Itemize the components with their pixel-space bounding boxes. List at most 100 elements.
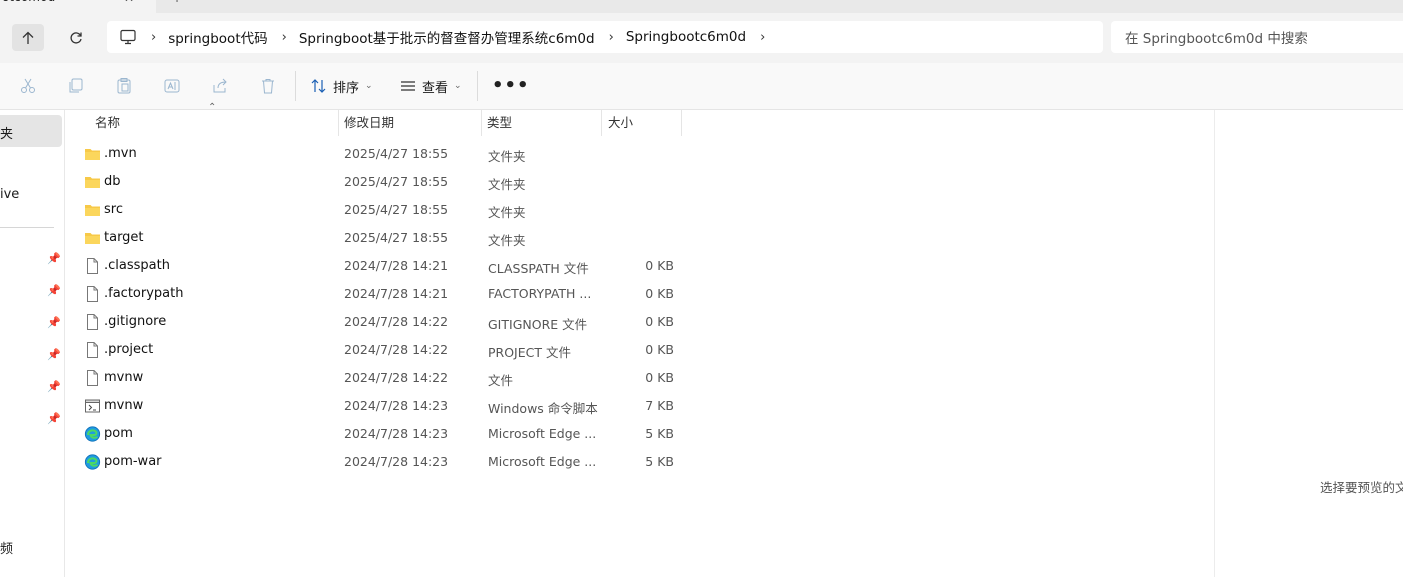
tab-strip: otc6m0d ✕ + [0,0,1403,13]
file-row[interactable]: src 2025/4/27 18:55 文件夹 [78,196,688,224]
command-divider [477,71,478,101]
file-row[interactable]: .factorypath 2024/7/28 14:21 FACTORYPATH .… [78,280,688,308]
view-label: 查看 [422,80,449,96]
sort-icon [311,79,326,93]
column-divider[interactable] [338,110,339,136]
chevron-right-icon[interactable]: › [282,30,287,45]
file-icon [84,258,101,274]
tab-title: otc6m0d [2,0,55,4]
folder-icon [84,202,101,218]
address-bar[interactable]: › springboot代码 › Springboot基于批示的督查督办管理系统… [107,21,1103,53]
file-name[interactable]: .factorypath [104,286,183,301]
pin-icon: 📌 [47,412,61,425]
file-row[interactable]: mvnw 2024/7/28 14:22 文件 0 KB [78,364,688,392]
file-type: Windows 命令脚本 [488,401,598,416]
sort-ascending-icon: ⌃ [208,102,217,113]
file-name[interactable]: mvnw [104,370,143,385]
paste-icon[interactable] [114,76,134,96]
file-name[interactable]: .mvn [104,146,137,161]
pin-icon: 📌 [47,380,61,393]
column-divider[interactable] [681,110,682,136]
share-icon[interactable] [210,76,230,96]
pin-icon: 📌 [47,348,61,361]
column-header-size[interactable]: 大小 [608,110,633,136]
nav-item-selected[interactable]: 夹 [0,115,62,147]
file-size: 5 KB [645,454,674,469]
file-modified-date: 2024/7/28 14:22 [344,370,449,385]
new-tab-icon[interactable]: + [172,0,182,5]
preview-divider[interactable] [1214,110,1215,577]
file-size: 0 KB [645,286,674,301]
file-modified-date: 2025/4/27 18:55 [344,146,449,161]
file-name[interactable]: db [104,174,121,189]
file-row[interactable]: mvnw 2024/7/28 14:23 Windows 命令脚本 7 KB [78,392,688,420]
file-name[interactable]: src [104,202,123,217]
search-box[interactable]: 在 Springbootc6m0d 中搜索 [1111,21,1403,53]
column-divider[interactable] [601,110,602,136]
sort-button[interactable]: 排序 ⌄ [311,75,373,97]
rename-icon[interactable] [162,76,182,96]
folder-icon [84,230,101,246]
file-row[interactable]: pom-war 2024/7/28 14:23 Microsoft Edge ...… [78,448,688,476]
cut-icon[interactable] [18,76,38,96]
nav-item-onedrive[interactable]: ive [0,187,19,202]
file-name[interactable]: pom-war [104,454,162,469]
arrow-up-icon [22,31,34,44]
pin-icon: 📌 [47,252,61,265]
file-type: CLASSPATH 文件 [488,261,589,276]
file-name[interactable]: mvnw [104,398,143,413]
column-header-name[interactable]: 名称 [95,110,120,136]
file-row[interactable]: pom 2024/7/28 14:23 Microsoft Edge ... 5 KB [78,420,688,448]
tab-current[interactable]: otc6m0d ✕ [0,0,156,13]
command-divider [295,71,296,101]
file-row[interactable]: target 2025/4/27 18:55 文件夹 [78,224,688,252]
file-row[interactable]: .mvn 2025/4/27 18:55 文件夹 [78,140,688,168]
file-type: FACTORYPATH ... [488,286,592,301]
breadcrumb-item[interactable]: springboot代码 [168,27,267,47]
column-header-type[interactable]: 类型 [487,110,512,136]
column-divider[interactable] [481,110,482,136]
file-name[interactable]: target [104,230,144,245]
folder-icon [84,146,101,162]
breadcrumb-item[interactable]: Springboot基于批示的督查督办管理系统c6m0d [299,27,595,47]
tab-close-icon[interactable]: ✕ [124,0,134,5]
preview-message: 选择要预览的文 [1320,480,1403,495]
file-icon [84,314,101,330]
copy-icon[interactable] [66,76,86,96]
file-row[interactable]: .gitignore 2024/7/28 14:22 GITIGNORE 文件 0 K… [78,308,688,336]
up-button[interactable] [12,24,44,51]
file-modified-date: 2024/7/28 14:23 [344,426,449,441]
column-header-modified[interactable]: 修改日期 [344,110,394,136]
file-name[interactable]: .classpath [104,258,170,273]
file-modified-date: 2025/4/27 18:55 [344,202,449,217]
file-name[interactable]: pom [104,426,133,441]
file-modified-date: 2024/7/28 14:21 [344,286,449,301]
view-button[interactable]: 查看 ⌄ [400,75,462,97]
chevron-right-icon[interactable]: › [151,30,156,45]
file-row[interactable]: .classpath 2024/7/28 14:21 CLASSPATH 文件 0 K… [78,252,688,280]
chevron-right-icon[interactable]: › [609,30,614,45]
delete-icon[interactable] [258,76,278,96]
nav-item-label: 夹 [0,127,14,142]
search-input[interactable]: 在 Springbootc6m0d 中搜索 [1125,27,1308,47]
file-name[interactable]: .project [104,342,153,357]
nav-item-videos[interactable]: 频 [0,538,13,557]
navigation-pane: 夹 ive 📌 📌 📌 📌 📌 📌 频 [0,110,65,577]
edge-icon [84,454,101,470]
file-name[interactable]: .gitignore [104,314,166,329]
sort-label: 排序 [333,80,360,96]
file-type: Microsoft Edge ... [488,454,597,469]
file-type: PROJECT 文件 [488,345,571,360]
file-modified-date: 2025/4/27 18:55 [344,230,449,245]
this-pc-icon[interactable] [119,29,137,45]
chevron-down-icon: ⌄ [365,81,373,91]
chevron-down-icon: ⌄ [454,81,462,91]
file-row[interactable]: .project 2024/7/28 14:22 PROJECT 文件 0 KB [78,336,688,364]
file-row[interactable]: db 2025/4/27 18:55 文件夹 [78,168,688,196]
breadcrumb-item[interactable]: Springbootc6m0d [626,29,746,45]
file-size: 0 KB [645,370,674,385]
refresh-button[interactable] [64,27,88,49]
chevron-right-icon[interactable]: › [760,30,765,45]
more-options-icon[interactable]: ••• [492,75,530,96]
refresh-icon [70,32,82,44]
